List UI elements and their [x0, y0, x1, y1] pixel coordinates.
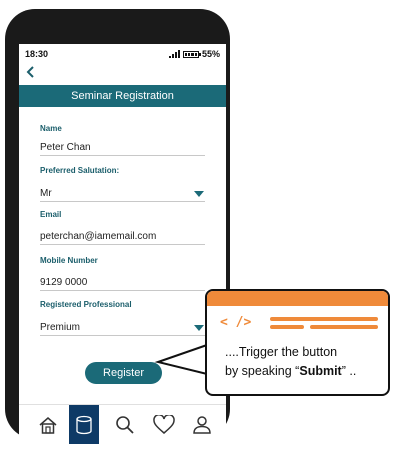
name-label: Name	[40, 124, 62, 133]
callout-keyword: Submit	[299, 364, 342, 378]
status-bar: 18:30 55%	[19, 44, 226, 64]
code-icon: < />	[220, 315, 252, 330]
chevron-down-icon[interactable]	[194, 325, 204, 331]
battery-icon	[182, 50, 201, 58]
status-indicators: 55%	[168, 49, 220, 59]
callout-pointer	[154, 343, 209, 376]
mobile-label: Mobile Number	[40, 256, 98, 265]
mobile-field[interactable]: 9129 0000	[40, 275, 205, 291]
status-time: 18:30	[25, 49, 49, 59]
heart-icon	[153, 415, 175, 434]
salutation-label: Preferred Salutation:	[40, 166, 120, 175]
nav-home[interactable]	[33, 405, 63, 444]
callout-line-1: ....Trigger the button	[225, 345, 338, 359]
signal-icon	[168, 50, 180, 58]
user-icon	[193, 416, 211, 434]
salutation-select[interactable]: Mr	[40, 186, 205, 202]
page-title: Seminar Registration	[19, 85, 226, 107]
callout-line-2: by speaking “Submit” ..	[225, 364, 357, 378]
nav-search[interactable]	[110, 405, 140, 444]
callout-text: ....Trigger the button by speaking “Subm…	[225, 343, 385, 381]
search-icon	[116, 416, 134, 434]
callout-header	[207, 291, 388, 306]
email-label: Email	[40, 210, 62, 219]
battery-percent: 55%	[201, 49, 220, 59]
name-field[interactable]: Peter Chan	[40, 140, 205, 156]
database-icon	[76, 415, 92, 435]
nav-favorites[interactable]	[148, 405, 178, 444]
phone-screen: 18:30 55% Seminar Registration Name Pete…	[19, 44, 226, 444]
nav-profile[interactable]	[187, 405, 217, 444]
home-icon	[39, 417, 57, 434]
professional-select[interactable]: Premium	[40, 320, 205, 336]
bottom-nav	[19, 404, 226, 444]
professional-label: Registered Professional	[40, 300, 132, 309]
chevron-left-icon[interactable]	[26, 66, 36, 81]
chevron-down-icon[interactable]	[194, 191, 204, 197]
voice-trigger-callout: < /> ....Trigger the button by speaking …	[205, 289, 390, 396]
nav-database[interactable]	[69, 405, 99, 444]
email-field[interactable]: peterchan@iamemail.com	[40, 229, 205, 245]
